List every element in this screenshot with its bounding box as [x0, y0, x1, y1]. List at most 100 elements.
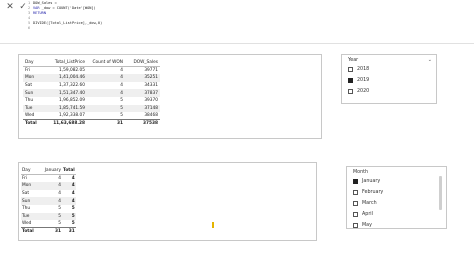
table-cell: 4 — [62, 182, 76, 190]
month-item-january[interactable]: January — [353, 179, 380, 184]
table-row: Thu 1,96,852.09 5 39370 — [23, 97, 160, 105]
column-header[interactable]: Total_ListPrice — [39, 59, 87, 68]
slicer-item-label: 2019 — [357, 78, 370, 83]
table-cell: 34331 — [144, 83, 158, 89]
table-row: Tue 5 5 — [21, 212, 76, 221]
table-cell: Sun — [21, 197, 38, 205]
table-cell: 4 — [58, 176, 61, 182]
checkbox[interactable] — [348, 78, 353, 83]
table-row: Wed 5 5 — [21, 220, 76, 228]
table-cell: Sun — [23, 89, 39, 97]
table-cell: 39370 — [144, 98, 158, 104]
table-cell: Fri — [25, 68, 31, 74]
january-matrix-visual[interactable]: Day January Total Fri 4 4 Mon 4 4 Sat 4 4 Sun 4 4 Thu 5… — [18, 162, 317, 241]
table-row: Mon 4 4 — [21, 182, 76, 190]
year-slicer[interactable]: Year ⌄ 2018 2019 2020 — [341, 54, 437, 104]
table-cell: 4 — [58, 191, 61, 197]
table-cell: 1,41,004.46 — [39, 74, 87, 82]
table-cell: Tue — [21, 212, 38, 221]
checkbox[interactable] — [348, 67, 353, 72]
dax-formula-editor[interactable]: 1 DOW_Sales = 2 VAR _dow = COUNT('Date'[WO… — [28, 1, 468, 32]
total-row: Total 31 31 — [21, 227, 76, 236]
month-item-may[interactable]: May — [353, 223, 372, 228]
table-cell: 5 — [87, 104, 125, 113]
table-cell: Sat — [22, 191, 30, 197]
slicer-item-label: 2020 — [357, 89, 370, 94]
table-cell: Mon — [23, 74, 39, 82]
table-cell: 5 — [38, 212, 62, 221]
year-item-2018[interactable]: 2018 — [348, 67, 369, 72]
year-item-2020[interactable]: 2020 — [348, 89, 369, 94]
table-row: Sat 4 4 — [21, 190, 76, 198]
code-text: _dow = COUNT('Date'[WON]) — [41, 6, 96, 11]
table-row: Tue 1,85,741.59 5 37148 — [23, 104, 160, 113]
table-row: Wed 1,92,338.07 5 38468 — [23, 112, 160, 120]
checkbox[interactable] — [348, 89, 353, 94]
table-cell: 5 — [58, 206, 61, 212]
x-icon[interactable]: ✕ — [5, 2, 15, 12]
total-cell: 31 — [62, 227, 76, 236]
formula-bar: ✕ ✓ 1 DOW_Sales = 2 VAR _dow = COUNT('Date… — [0, 0, 474, 44]
table-cell: 5 — [120, 98, 123, 104]
checkbox[interactable] — [353, 190, 358, 195]
table-cell: 5 — [71, 221, 75, 227]
table-cell: 4 — [120, 83, 123, 89]
code-line: 6 — [28, 26, 468, 31]
table-cell: Wed — [22, 221, 32, 227]
table-cell: 5 — [62, 212, 76, 221]
table-cell: 1,96,852.09 — [59, 98, 85, 104]
table-cell: 5 — [71, 206, 75, 212]
table-cell: Mon — [21, 182, 38, 190]
code-keyword: RETURN — [33, 11, 46, 16]
text-cursor-icon — [212, 222, 214, 228]
slicer-item-label: May — [362, 223, 372, 228]
table-cell: 38468 — [144, 113, 158, 119]
table-cell: Fri — [22, 176, 28, 182]
total-cell: Total — [21, 227, 38, 236]
table-cell: 1,51,347.40 — [39, 89, 87, 97]
table-cell: 39771 — [144, 68, 158, 74]
check-icon[interactable]: ✓ — [18, 2, 28, 12]
table-row: Fri 1,59,082.05 4 39771 — [23, 67, 160, 75]
table-row: Fri 4 4 — [21, 175, 76, 183]
table-cell: Thu — [25, 98, 34, 104]
table-row: Sun 4 4 — [21, 197, 76, 205]
checkbox[interactable] — [353, 179, 358, 184]
chevron-down-icon[interactable]: ⌄ — [428, 57, 432, 63]
table-row: Sat 1,37,322.60 4 34331 — [23, 82, 160, 90]
month-item-april[interactable]: April — [353, 212, 373, 217]
total-cell: 11,63,688.28 — [39, 119, 87, 128]
checkbox[interactable] — [353, 201, 358, 206]
slicer-item-label: March — [362, 201, 377, 206]
total-cell: 37538 — [125, 119, 160, 128]
column-header[interactable]: Total — [62, 167, 76, 176]
month-item-february[interactable]: February — [353, 190, 383, 195]
table-cell: 4 — [38, 182, 62, 190]
checkbox[interactable] — [353, 212, 358, 217]
column-header[interactable]: Count of WON — [87, 59, 125, 68]
month-slicer[interactable]: Month January February March April May — [346, 166, 447, 229]
column-header[interactable]: Day — [21, 167, 38, 176]
table-cell: 4 — [71, 191, 75, 197]
column-header[interactable]: January — [38, 167, 62, 176]
table-cell: 1,92,338.07 — [59, 113, 85, 119]
slicer-item-label: April — [362, 212, 373, 217]
table-cell: 1,85,741.59 — [39, 104, 87, 113]
table-cell: 4 — [71, 176, 75, 182]
month-item-march[interactable]: March — [353, 201, 377, 206]
checkbox[interactable] — [353, 223, 358, 228]
year-slicer-title: Year — [348, 58, 359, 63]
dow-sales-table-visual[interactable]: Day Total_ListPrice Count of WON DOW_Sales … — [18, 54, 322, 139]
line-number: 6 — [28, 26, 31, 31]
table-row: Thu 5 5 — [21, 205, 76, 213]
year-item-2019[interactable]: 2019 — [348, 78, 369, 83]
column-header[interactable]: DOW_Sales — [125, 59, 160, 68]
total-cell: Total — [23, 119, 39, 128]
code-text: DIVIDE([Total_ListPrice],_dow,0) — [33, 21, 103, 26]
table-cell: 4 — [120, 68, 123, 74]
table-cell: 4 — [38, 197, 62, 205]
month-slicer-scrollbar[interactable] — [439, 176, 442, 210]
slicer-item-label: 2018 — [357, 67, 370, 72]
column-header[interactable]: Day — [23, 59, 39, 68]
slicer-item-label: January — [362, 179, 381, 184]
